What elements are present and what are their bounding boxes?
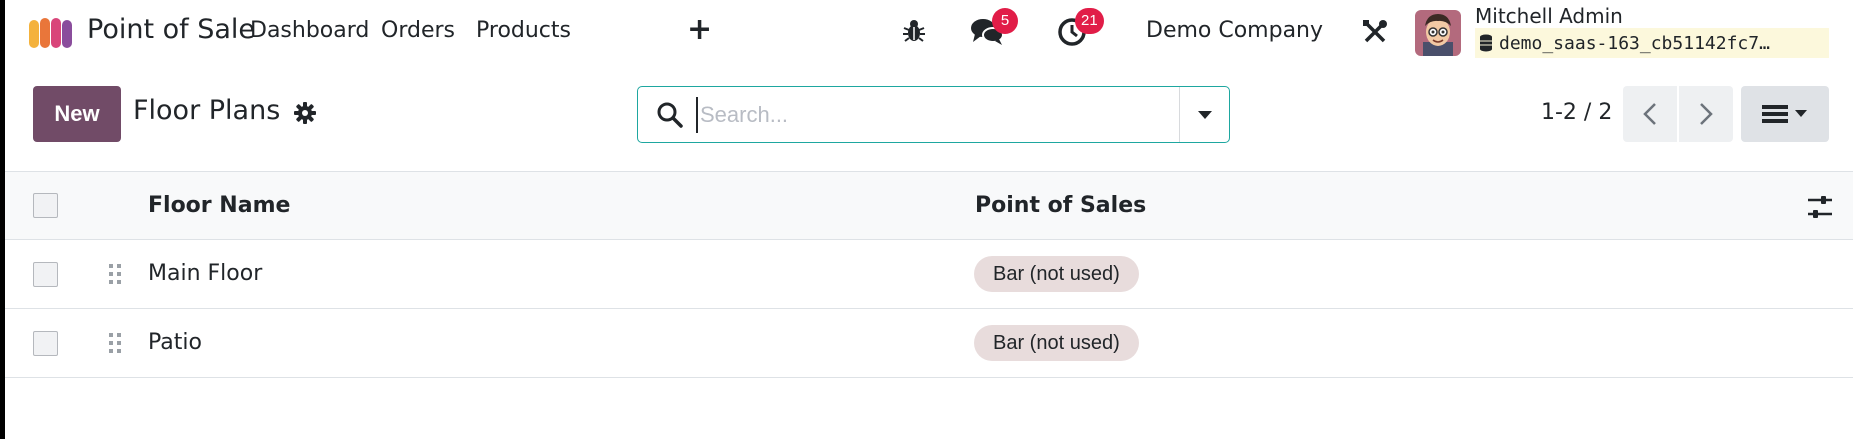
point-of-sale-tag: Bar (not used) <box>974 256 1139 292</box>
activities-count-badge: 21 <box>1075 8 1104 34</box>
search-options-toggle[interactable] <box>1179 87 1229 142</box>
database-name: demo_saas-163_cb51142fc7… <box>1499 32 1770 54</box>
page-title: Floor Plans <box>133 95 281 126</box>
chevron-left-icon <box>1643 103 1656 125</box>
floor-name-cell[interactable]: Main Floor <box>148 261 262 286</box>
bug-icon[interactable] <box>901 18 927 44</box>
user-name[interactable]: Mitchell Admin <box>1475 4 1623 28</box>
drag-handle-icon[interactable] <box>108 332 122 354</box>
menu-dashboard[interactable]: Dashboard <box>250 18 369 43</box>
row-checkbox[interactable] <box>33 331 58 356</box>
column-header-floor-name[interactable]: Floor Name <box>148 193 290 218</box>
caret-down-icon <box>1197 110 1212 119</box>
select-all-checkbox[interactable] <box>33 193 58 218</box>
company-switcher[interactable]: Demo Company <box>1146 18 1323 43</box>
search-input[interactable] <box>696 97 1166 133</box>
top-navbar: Point of Sale Dashboard Orders Products … <box>5 0 1853 64</box>
list-view-icon <box>1762 105 1788 123</box>
caret-down-icon <box>1795 110 1807 117</box>
table-row[interactable]: Main Floor Bar (not used) <box>5 240 1853 309</box>
list-view-switcher[interactable] <box>1741 86 1829 142</box>
point-of-sale-tag: Bar (not used) <box>974 325 1139 361</box>
new-button[interactable]: New <box>33 86 121 142</box>
drag-handle-icon[interactable] <box>108 263 122 285</box>
pos-app-logo-icon[interactable] <box>27 16 77 50</box>
optional-columns-icon[interactable] <box>1807 195 1833 219</box>
table-row[interactable]: Patio Bar (not used) <box>5 309 1853 378</box>
app-window: Point of Sale Dashboard Orders Products … <box>5 0 1853 439</box>
menu-products[interactable]: Products <box>476 18 571 43</box>
pager-next-button[interactable] <box>1679 86 1733 142</box>
user-avatar[interactable] <box>1415 10 1461 56</box>
pager-value[interactable]: 1-2 / 2 <box>1541 100 1612 125</box>
chevron-right-icon <box>1700 103 1713 125</box>
pager-previous-button[interactable] <box>1623 86 1677 142</box>
floor-plans-list: Floor Name Point of Sales Main Floor Bar… <box>5 171 1853 378</box>
search-icon <box>657 102 683 128</box>
app-name[interactable]: Point of Sale <box>87 14 255 45</box>
table-header: Floor Name Point of Sales <box>5 171 1853 240</box>
column-header-point-of-sales[interactable]: Point of Sales <box>975 193 1146 218</box>
search-bar <box>637 86 1230 143</box>
database-icon <box>1480 34 1492 52</box>
database-name-chip: demo_saas-163_cb51142fc7… <box>1475 28 1829 58</box>
floor-name-cell[interactable]: Patio <box>148 330 202 355</box>
row-checkbox[interactable] <box>33 262 58 287</box>
tools-icon[interactable] <box>1361 18 1389 46</box>
menu-orders[interactable]: Orders <box>381 18 455 43</box>
plus-icon[interactable]: + <box>687 12 712 47</box>
messages-count-badge: 5 <box>992 8 1018 34</box>
gear-icon[interactable] <box>294 102 316 124</box>
